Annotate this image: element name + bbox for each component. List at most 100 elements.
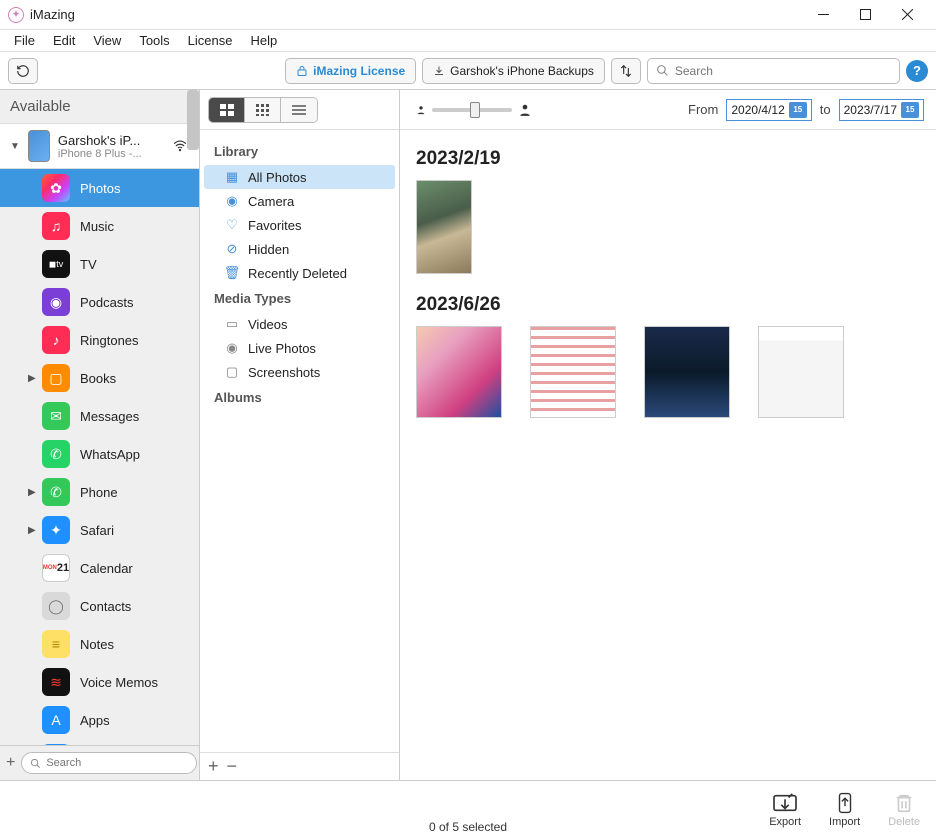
- view-grid-large-button[interactable]: [209, 98, 245, 122]
- date-from-picker[interactable]: 2020/4/12 15: [726, 99, 811, 121]
- search-icon: [30, 758, 41, 769]
- sidebar-item-apps[interactable]: AApps: [0, 701, 199, 739]
- sidebar-header: Available: [0, 90, 199, 123]
- sidebar-search-input[interactable]: [46, 757, 188, 769]
- sidebar-item-messages[interactable]: ✉ Messages: [0, 397, 199, 435]
- library-item-favorites[interactable]: ♡ Favorites: [204, 213, 395, 237]
- menu-tools[interactable]: Tools: [131, 31, 177, 50]
- sidebar-scrollbar[interactable]: [187, 90, 199, 150]
- menu-help[interactable]: Help: [242, 31, 285, 50]
- photo-thumbnail[interactable]: [530, 326, 616, 418]
- device-name: Garshok's iP...: [58, 133, 163, 148]
- window-title: iMazing: [30, 7, 75, 22]
- library-remove-button[interactable]: −: [227, 756, 238, 777]
- sidebar-item-label: Calendar: [80, 561, 133, 576]
- library-item-label: Camera: [248, 194, 294, 209]
- close-button[interactable]: [886, 1, 928, 29]
- device-backups-button[interactable]: Garshok's iPhone Backups: [422, 58, 605, 84]
- library-item-camera[interactable]: ◉ Camera: [204, 189, 395, 213]
- photo-thumbnail[interactable]: [416, 180, 472, 274]
- maximize-button[interactable]: [844, 1, 886, 29]
- library-item-hidden[interactable]: ⊘ Hidden: [204, 237, 395, 261]
- media-item-icon: ▭: [224, 316, 240, 332]
- view-list-button[interactable]: [281, 98, 317, 122]
- sidebar-footer: +: [0, 745, 199, 780]
- calendar-icon: 15: [789, 102, 807, 118]
- library-add-button[interactable]: +: [208, 756, 219, 777]
- sidebar-item-label: Books: [80, 371, 116, 386]
- toolbar: iMazing License Garshok's iPhone Backups…: [0, 52, 936, 90]
- music-icon: ♫: [42, 212, 70, 240]
- sidebar-item-voice-memos[interactable]: ≋ Voice Memos: [0, 663, 199, 701]
- view-grid-small-button[interactable]: [245, 98, 281, 122]
- sidebar-item-phone[interactable]: ▶✆Phone: [0, 473, 199, 511]
- menu-license[interactable]: License: [180, 31, 241, 50]
- library-item-icon: ♡: [224, 217, 240, 233]
- sidebar-search[interactable]: [21, 752, 197, 774]
- photos-icon: ✿: [42, 174, 70, 202]
- media-item-screenshots[interactable]: ▢Screenshots: [204, 360, 395, 384]
- sidebar-item-books[interactable]: ▶▢Books: [0, 359, 199, 397]
- thumbnail-size-slider[interactable]: [432, 108, 512, 112]
- library-item-label: All Photos: [248, 170, 307, 185]
- sidebar-item-photos[interactable]: ✿Photos: [0, 169, 199, 207]
- photo-thumbnail[interactable]: [758, 326, 844, 418]
- help-button[interactable]: ?: [906, 60, 928, 82]
- library-item-recently-deleted[interactable]: 🗑Recently Deleted: [204, 261, 395, 285]
- sidebar-item-calendar[interactable]: MON21Calendar: [0, 549, 199, 587]
- messages-icon: ✉: [42, 402, 70, 430]
- library-item-icon: ⊘: [224, 241, 240, 257]
- library-header: Library: [204, 138, 395, 165]
- photo-thumbnail[interactable]: [416, 326, 502, 418]
- date-group-header: 2023/2/19: [416, 148, 920, 170]
- media-item-videos[interactable]: ▭ Videos: [204, 312, 395, 336]
- library-item-label: Hidden: [248, 242, 289, 257]
- sidebar-item-label: Notes: [80, 637, 114, 652]
- sidebar-item-music[interactable]: ♫Music: [0, 207, 199, 245]
- sidebar-item-safari[interactable]: ▶✦Safari: [0, 511, 199, 549]
- library-item-icon: ◉: [224, 193, 240, 209]
- sidebar-item-tv[interactable]: ◼tvTV: [0, 245, 199, 283]
- media-item-live-photos[interactable]: ◉Live Photos: [204, 336, 395, 360]
- date-to-picker[interactable]: 2023/7/17 15: [839, 99, 924, 121]
- search-bar[interactable]: [647, 58, 900, 84]
- tv-icon: ◼tv: [42, 250, 70, 278]
- device-row[interactable]: ▼ Garshok's iP... iPhone 8 Plus -...: [0, 123, 199, 169]
- albums-header: Albums: [204, 384, 395, 411]
- menu-edit[interactable]: Edit: [45, 31, 83, 50]
- content-toolbar: From 2020/4/12 15 to 2023/7/17 15: [400, 90, 936, 130]
- sidebar-item-ringtones[interactable]: ♪Ringtones: [0, 321, 199, 359]
- sidebar-item-notes[interactable]: ≡ Notes: [0, 625, 199, 663]
- refresh-button[interactable]: [8, 58, 38, 84]
- chevron-down-icon: ▼: [10, 141, 20, 152]
- voice-memos-icon: ≋: [42, 668, 70, 696]
- sidebar-item-label: Podcasts: [80, 295, 133, 310]
- notes-icon: ≡: [42, 630, 70, 658]
- sidebar-item-whatsapp[interactable]: ✆WhatsApp: [0, 435, 199, 473]
- library-item-all-photos[interactable]: ▦All Photos: [204, 165, 395, 189]
- device-model: iPhone 8 Plus -...: [58, 148, 163, 160]
- library-panel: Library ▦All Photos ◉ Camera ♡ Favorites ⊘ Hid…: [200, 90, 400, 780]
- add-button[interactable]: +: [6, 754, 15, 772]
- sidebar-item-label: Ringtones: [80, 333, 139, 348]
- view-mode-segmented: [208, 97, 318, 123]
- sidebar-item-label: Contacts: [80, 599, 131, 614]
- media-item-label: Videos: [248, 317, 288, 332]
- minimize-button[interactable]: [802, 1, 844, 29]
- menu-file[interactable]: File: [6, 31, 43, 50]
- search-input[interactable]: [675, 64, 891, 78]
- menu-view[interactable]: View: [85, 31, 129, 50]
- sidebar-item-label: Safari: [80, 523, 114, 538]
- library-item-label: Favorites: [248, 218, 301, 233]
- sidebar-item-label: Messages: [80, 409, 139, 424]
- photo-thumbnail[interactable]: [644, 326, 730, 418]
- sidebar-item-contacts[interactable]: ◯Contacts: [0, 587, 199, 625]
- transfer-button[interactable]: [611, 58, 641, 84]
- content-panel: From 2020/4/12 15 to 2023/7/17 15 2023/2…: [400, 90, 936, 780]
- license-button[interactable]: iMazing License: [285, 58, 416, 84]
- sidebar-item-label: Voice Memos: [80, 675, 158, 690]
- device-backups-label: Garshok's iPhone Backups: [450, 64, 594, 78]
- sidebar-item-files[interactable]: ▤Files: [0, 739, 199, 745]
- footer: 0 of 5 selected Export Import Delete: [0, 780, 936, 838]
- sidebar-item-podcasts[interactable]: ◉Podcasts: [0, 283, 199, 321]
